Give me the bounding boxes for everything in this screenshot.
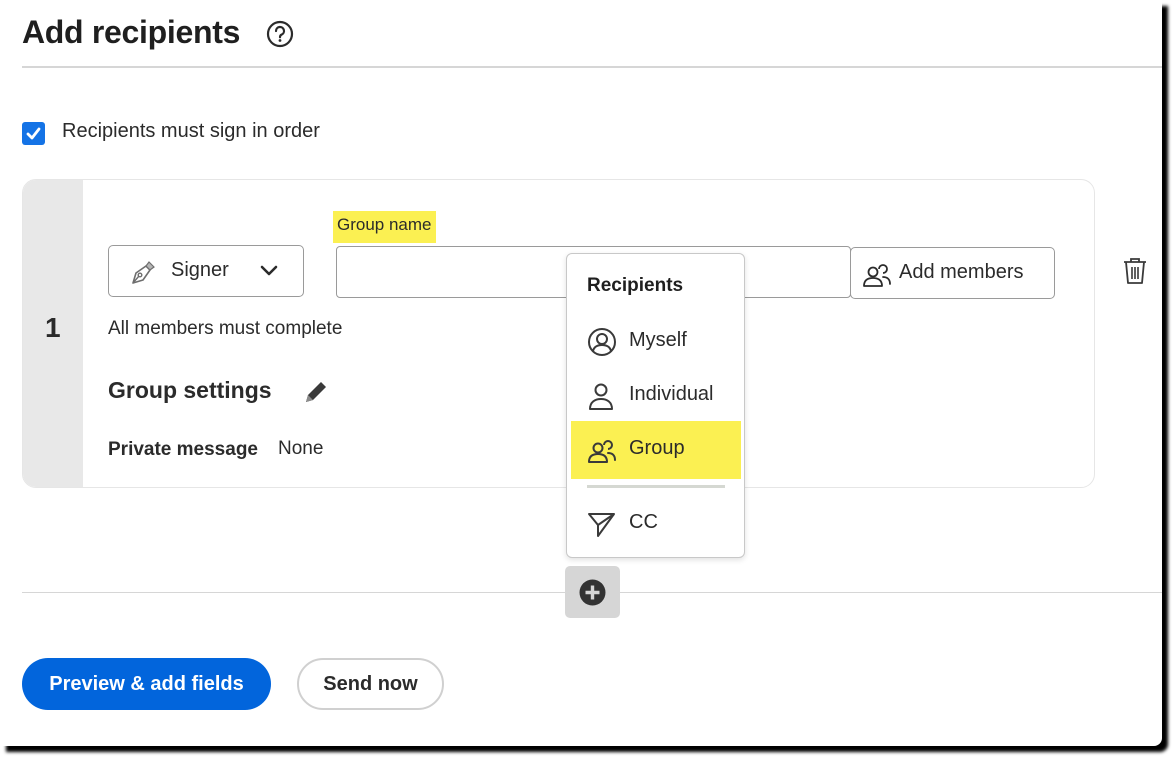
menu-item-label: Individual (629, 383, 714, 405)
private-message-value: None (278, 438, 324, 459)
menu-item-individual[interactable]: Individual (571, 367, 741, 425)
user-circle-icon (587, 327, 617, 362)
recipient-card: 1 Signer Group name Add members All memb… (22, 179, 1095, 488)
group-settings-title: Group settings (108, 377, 272, 403)
preview-add-fields-button[interactable]: Preview & add fields (22, 658, 271, 710)
title-divider (22, 66, 1162, 68)
menu-item-label: Group (629, 437, 685, 459)
user-icon (587, 381, 617, 416)
menu-item-group[interactable]: Group (571, 421, 741, 479)
add-members-label: Add members (899, 261, 1024, 283)
menu-divider (587, 485, 725, 488)
recipients-menu: Recipients Myself Individual Group CC (566, 253, 745, 558)
trash-icon[interactable] (1122, 256, 1148, 291)
checkmark-icon (26, 127, 41, 140)
menu-item-myself[interactable]: Myself (571, 313, 741, 371)
group-name-label: Group name (333, 211, 436, 243)
chevron-down-icon (259, 263, 279, 284)
help-icon[interactable] (266, 20, 294, 48)
sign-in-order-label[interactable]: Recipients must sign in order (62, 120, 320, 143)
menu-item-cc[interactable]: CC (571, 495, 741, 553)
menu-heading: Recipients (587, 275, 684, 296)
page-title: Add recipients (22, 14, 241, 50)
send-icon (587, 509, 617, 544)
sign-in-order-checkbox[interactable] (22, 122, 45, 145)
group-icon (587, 435, 617, 470)
send-now-button[interactable]: Send now (297, 658, 444, 710)
order-strip: 1 (23, 180, 83, 487)
pencil-icon[interactable] (301, 377, 331, 412)
role-select[interactable]: Signer (108, 245, 304, 297)
menu-item-label: CC (629, 511, 658, 533)
pen-nib-icon (129, 258, 157, 291)
plus-circle-icon (579, 579, 606, 606)
recipient-order-number: 1 (45, 312, 61, 343)
menu-item-label: Myself (629, 329, 687, 351)
group-icon (862, 260, 892, 293)
add-recipient-button[interactable] (565, 566, 620, 618)
add-members-button[interactable]: Add members (850, 247, 1055, 299)
private-message-label: Private message (108, 439, 258, 460)
role-label: Signer (171, 259, 229, 281)
completion-rule-text: All members must complete (108, 318, 343, 339)
